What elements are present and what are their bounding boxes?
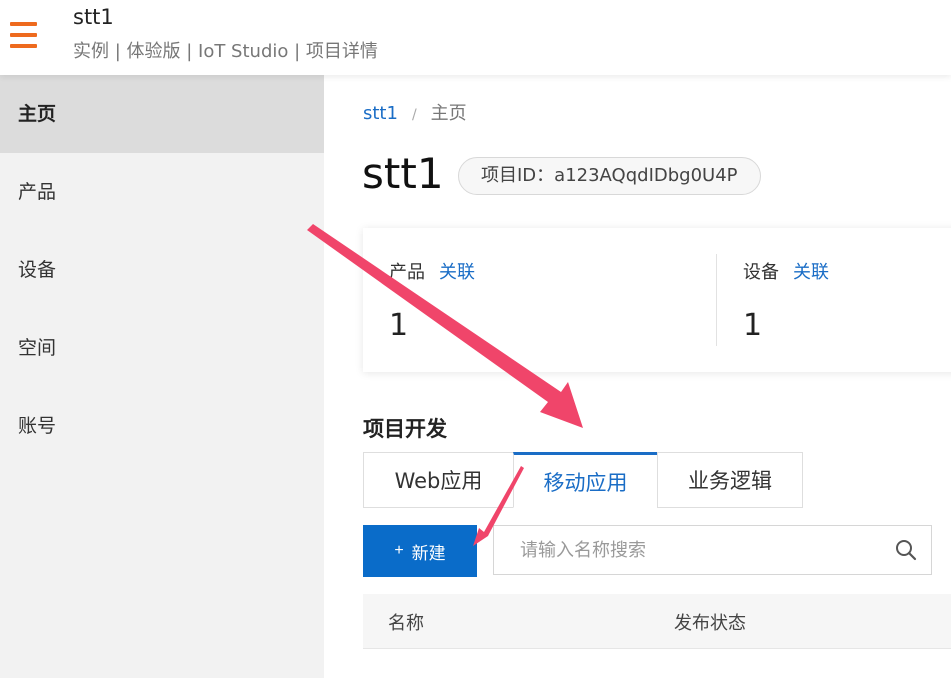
sidebar-item-spaces[interactable]: 空间 bbox=[0, 309, 324, 387]
search-input[interactable] bbox=[494, 526, 874, 574]
sidebar-item-accounts[interactable]: 账号 bbox=[0, 387, 324, 465]
header-subtitle: 实例 | 体验版 | IoT Studio | 项目详情 bbox=[73, 41, 378, 62]
column-header-status: 发布状态 bbox=[674, 613, 746, 634]
stats-card: 产品 关联 1 设备 关联 1 bbox=[363, 228, 951, 372]
breadcrumb-root-link[interactable]: stt1 bbox=[363, 103, 398, 124]
tab-mobile-app[interactable]: 移动应用 bbox=[513, 452, 658, 508]
stat-products: 产品 关联 1 bbox=[389, 258, 475, 343]
app-title: stt1 bbox=[73, 5, 114, 29]
page-title: stt1 bbox=[362, 149, 444, 198]
stat-devices-link[interactable]: 关联 bbox=[793, 262, 829, 283]
new-button[interactable]: + 新建 bbox=[363, 525, 477, 577]
stat-products-link[interactable]: 关联 bbox=[439, 262, 475, 283]
new-button-label: 新建 bbox=[411, 543, 446, 563]
sidebar: 主页 产品 设备 空间 账号 bbox=[0, 75, 324, 678]
breadcrumb-current: 主页 bbox=[430, 103, 467, 124]
breadcrumb-separator: / bbox=[411, 107, 417, 123]
project-id-badge: 项目ID：a123AQqdIDbg0U4P bbox=[458, 157, 761, 195]
tab-web-app[interactable]: Web应用 bbox=[363, 452, 514, 508]
column-header-name: 名称 bbox=[388, 613, 424, 634]
stat-divider bbox=[716, 254, 717, 346]
stat-products-label: 产品 bbox=[389, 262, 425, 283]
plus-icon: + bbox=[394, 542, 404, 559]
sidebar-item-products[interactable]: 产品 bbox=[0, 153, 324, 231]
stat-products-value: 1 bbox=[389, 308, 409, 343]
menu-icon[interactable] bbox=[10, 22, 37, 48]
search-icon[interactable] bbox=[895, 539, 917, 561]
stat-devices-label: 设备 bbox=[743, 262, 779, 283]
sidebar-item-home[interactable]: 主页 bbox=[0, 75, 324, 153]
table-header: 名称 发布状态 bbox=[363, 594, 951, 649]
search-box bbox=[493, 525, 932, 575]
stat-devices-value: 1 bbox=[743, 308, 763, 343]
stat-devices: 设备 关联 1 bbox=[743, 258, 829, 343]
section-title: 项目开发 bbox=[363, 417, 447, 441]
breadcrumb: stt1 / 主页 bbox=[363, 99, 467, 125]
tab-business-logic[interactable]: 业务逻辑 bbox=[657, 452, 803, 508]
top-header: stt1 实例 | 体验版 | IoT Studio | 项目详情 bbox=[0, 0, 951, 75]
sidebar-item-devices[interactable]: 设备 bbox=[0, 231, 324, 309]
main-content: stt1 / 主页 stt1 项目ID：a123AQqdIDbg0U4P 产品 关联 … bbox=[324, 75, 951, 678]
